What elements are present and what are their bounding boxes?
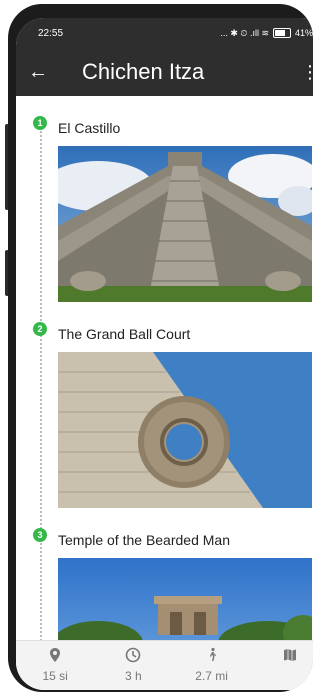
phone-frame: 22:55 ... ✱ ⏲ .ıll ≋ 41% ← Chichen Itza … [8,4,313,692]
stop-number-badge: 2 [33,322,47,336]
stop-name: El Castillo [58,120,121,136]
nav-label: 15 si [42,669,68,683]
bottom-nav: 15 si 3 h 2.7 mi [16,640,313,690]
stop-number-badge: 1 [33,116,47,130]
stop-name: Temple of the Bearded Man [58,532,230,548]
status-icons-text: ... ✱ ⏲ .ıll ≋ [220,27,269,38]
nav-label: 2.7 mi [195,669,228,683]
overflow-menu-icon[interactable]: ⋮ [301,62,313,83]
timeline-line [40,116,42,656]
clock-icon [126,647,141,663]
battery-icon [272,28,291,38]
battery-level: 41% [294,28,313,38]
screen: 22:55 ... ✱ ⏲ .ıll ≋ 41% ← Chichen Itza … [16,18,313,690]
status-time: 22:55 [38,27,64,39]
nav-item-distance[interactable]: 2.7 mi [182,647,242,683]
page-title: Chichen Itza [82,59,205,84]
ball-court-ring-image [58,352,312,508]
tour-stop-list[interactable]: 1 El Castillo 2 The Grand Ball Court 3 T… [16,96,313,656]
map-icon [283,649,296,661]
stop-photo[interactable] [58,352,312,508]
stop-photo[interactable] [58,146,312,302]
location-pin-icon [50,648,61,662]
app-bar: ← Chichen Itza ⋮ [16,48,313,96]
stop-number-badge: 3 [33,528,47,542]
nav-item-duration[interactable]: 3 h [103,647,163,683]
el-castillo-image [58,146,312,302]
walking-icon [209,647,216,661]
nav-label: 3 h [125,669,142,683]
back-arrow-icon[interactable]: ← [28,62,58,82]
status-icons: ... ✱ ⏲ .ıll ≋ 41% [220,28,313,39]
stop-name: The Grand Ball Court [58,326,191,342]
nav-item-map[interactable] [260,647,313,669]
nav-item-stops[interactable]: 15 si [25,647,85,683]
status-bar: 22:55 ... ✱ ⏲ .ıll ≋ 41% [16,18,313,48]
